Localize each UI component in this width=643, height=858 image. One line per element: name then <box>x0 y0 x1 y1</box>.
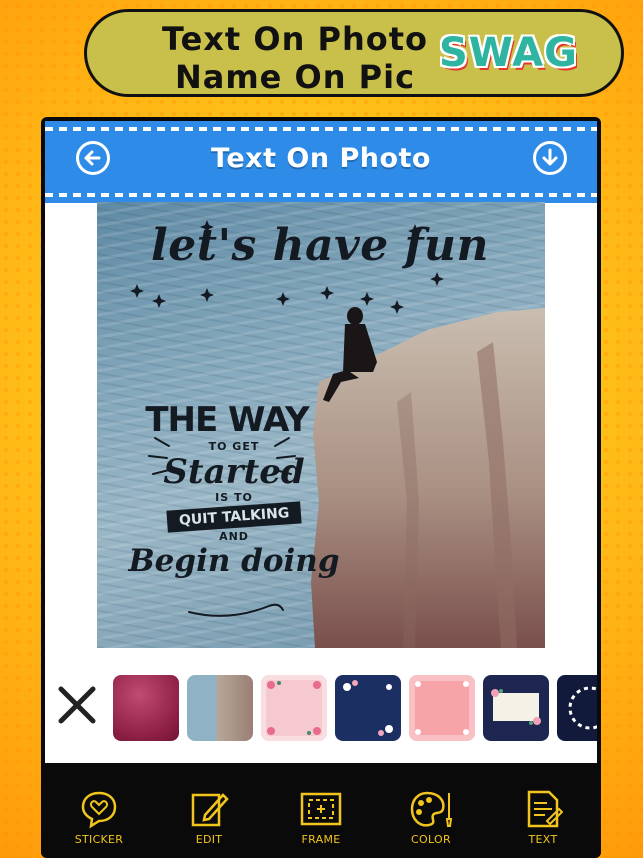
toolbar-sticker-label: STICKER <box>74 833 124 846</box>
app-bar-title: Text On Photo <box>211 143 431 174</box>
flower-icon <box>267 681 321 735</box>
flower-icon <box>491 689 541 725</box>
toolbar-text[interactable]: TEXT <box>503 789 583 846</box>
toolbar-edit[interactable]: EDIT <box>169 789 249 846</box>
quote-line-3: Started <box>163 452 305 492</box>
download-circle-icon <box>542 148 558 166</box>
quote-sticker[interactable]: THE WAY TO GET Started IS TO QUIT TALKIN… <box>119 400 349 579</box>
banner-title-line1: Text On Photo <box>162 20 428 58</box>
toolbar-frame[interactable]: FRAME <box>281 789 361 846</box>
download-button[interactable] <box>533 141 567 175</box>
close-x-icon <box>58 686 96 724</box>
toolbar-frame-label: FRAME <box>301 833 341 846</box>
toolbar-sticker[interactable]: STICKER <box>59 789 139 846</box>
toolbar-color-label: COLOR <box>411 833 451 846</box>
background-thumb-magenta[interactable] <box>113 675 179 741</box>
headline-text[interactable]: let's have fun <box>115 220 525 271</box>
app-bar: Text On Photo <box>45 121 597 203</box>
edit-pencil-icon <box>191 793 229 827</box>
quote-line-6: AND <box>219 530 249 543</box>
background-thumb-pink-floral[interactable] <box>261 675 327 741</box>
background-thumb-navy-banner[interactable] <box>483 675 549 741</box>
text-document-icon <box>527 790 563 828</box>
swag-badge: SWAG <box>439 30 578 76</box>
phone-screen: Text On Photo let's have fun THE WAY TO … <box>41 117 601 858</box>
flower-icon <box>568 686 597 730</box>
background-thumb-cliff[interactable] <box>187 675 253 741</box>
background-picker <box>45 649 597 761</box>
close-picker-button[interactable] <box>57 685 97 725</box>
promo-banner: Text On Photo Name On Pic SWAG <box>84 9 624 97</box>
toolbar-edit-label: EDIT <box>195 833 223 846</box>
bottom-toolbar: STICKER EDIT FRAME COLOR TEXT <box>41 765 601 858</box>
palette-icon <box>410 791 453 827</box>
background-thumb-navy-wreath[interactable] <box>557 675 597 741</box>
quote-line-7: Begin doing <box>128 543 340 579</box>
flower-icon <box>343 680 393 736</box>
banner-title-line2: Name On Pic <box>174 58 416 96</box>
quote-line-5: QUIT TALKING <box>166 501 302 533</box>
toolbar-color[interactable]: COLOR <box>391 789 471 846</box>
flower-icon <box>415 681 469 735</box>
frame-icon <box>300 792 342 826</box>
edited-photo[interactable]: let's have fun THE WAY TO GET Started IS… <box>97 202 545 648</box>
background-thumb-coral-floral[interactable] <box>409 675 475 741</box>
quote-line-4: IS TO <box>215 491 253 504</box>
heart-chat-icon <box>81 791 117 829</box>
toolbar-text-label: TEXT <box>528 833 558 846</box>
background-thumb-navy-floral[interactable] <box>335 675 401 741</box>
quote-line-1: THE WAY <box>145 400 309 440</box>
